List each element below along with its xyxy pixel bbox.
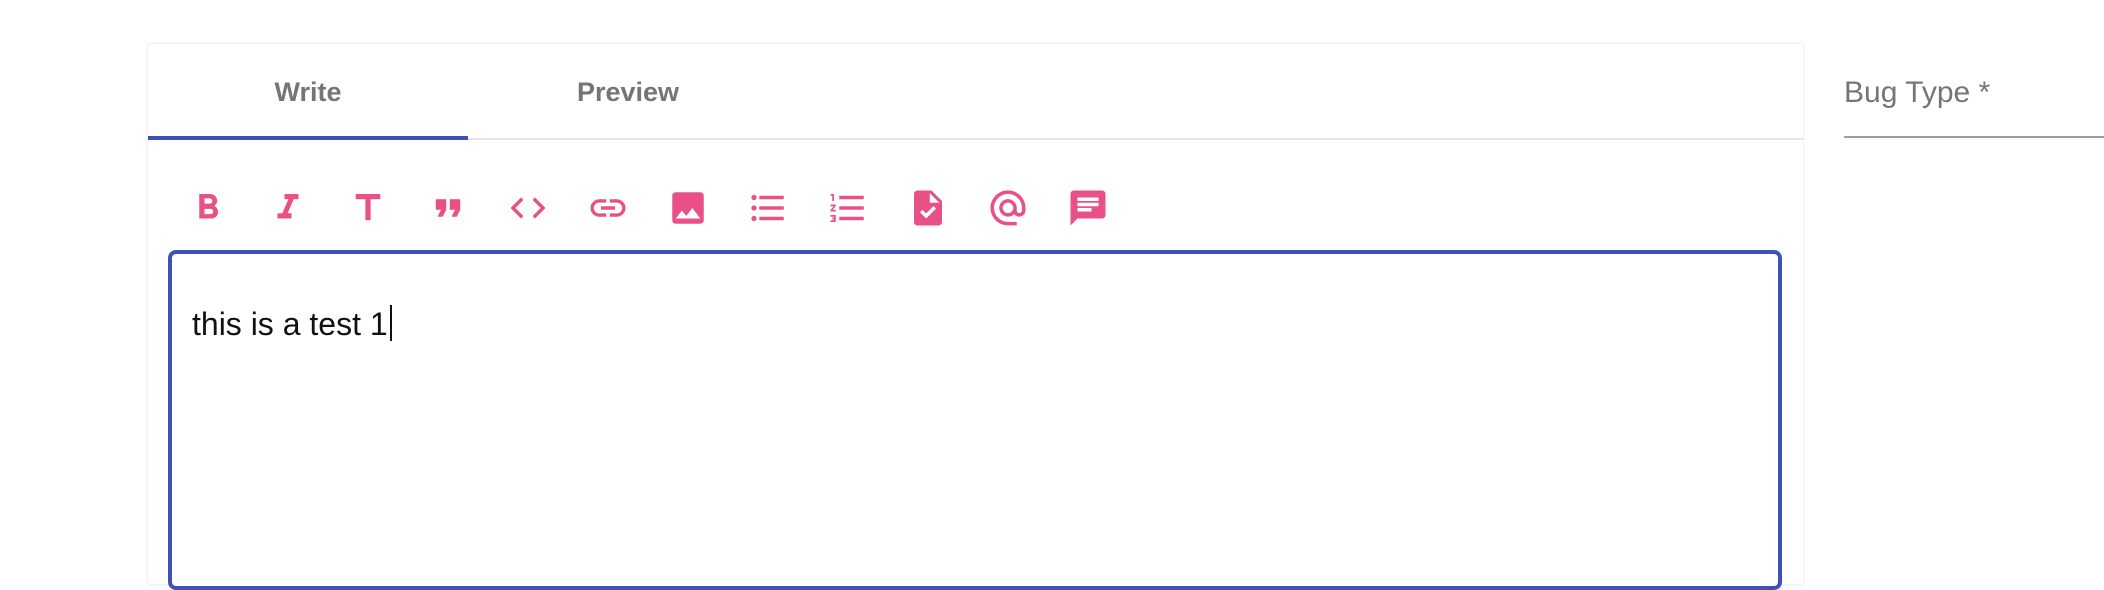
image-icon	[667, 187, 709, 229]
saved-reply-icon	[1067, 187, 1109, 229]
bug-type-label: Bug Type *	[1844, 76, 1991, 109]
text-caret	[389, 305, 392, 341]
task-list-button[interactable]	[888, 178, 968, 238]
formatting-toolbar	[168, 178, 1128, 238]
numbered-list-button[interactable]	[808, 178, 888, 238]
bold-icon	[187, 187, 229, 229]
bug-type-select[interactable]: Bug Type *	[1844, 62, 2104, 138]
numbered-list-icon	[827, 187, 869, 229]
editor-text: this is a test 1	[192, 304, 392, 344]
saved-reply-button[interactable]	[1048, 178, 1128, 238]
italic-icon	[267, 187, 309, 229]
link-icon	[587, 187, 629, 229]
task-list-icon	[907, 187, 949, 229]
quote-button[interactable]	[408, 178, 488, 238]
tab-preview[interactable]: Preview	[468, 44, 788, 140]
header-icon	[347, 187, 389, 229]
italic-button[interactable]	[248, 178, 328, 238]
mention-button[interactable]	[968, 178, 1048, 238]
markdown-editor: Write Preview this is a test 1	[148, 44, 1803, 590]
quote-icon	[427, 187, 469, 229]
header-button[interactable]	[328, 178, 408, 238]
code-button[interactable]	[488, 178, 568, 238]
editor-tabs: Write Preview	[148, 44, 1803, 140]
bold-button[interactable]	[168, 178, 248, 238]
code-icon	[507, 187, 549, 229]
bulleted-list-icon	[747, 187, 789, 229]
bulleted-list-button[interactable]	[728, 178, 808, 238]
image-button[interactable]	[648, 178, 728, 238]
mention-icon	[987, 187, 1029, 229]
link-button[interactable]	[568, 178, 648, 238]
tab-write[interactable]: Write	[148, 44, 468, 140]
active-tab-indicator	[148, 136, 468, 140]
editor-textarea[interactable]: this is a test 1	[168, 250, 1782, 590]
